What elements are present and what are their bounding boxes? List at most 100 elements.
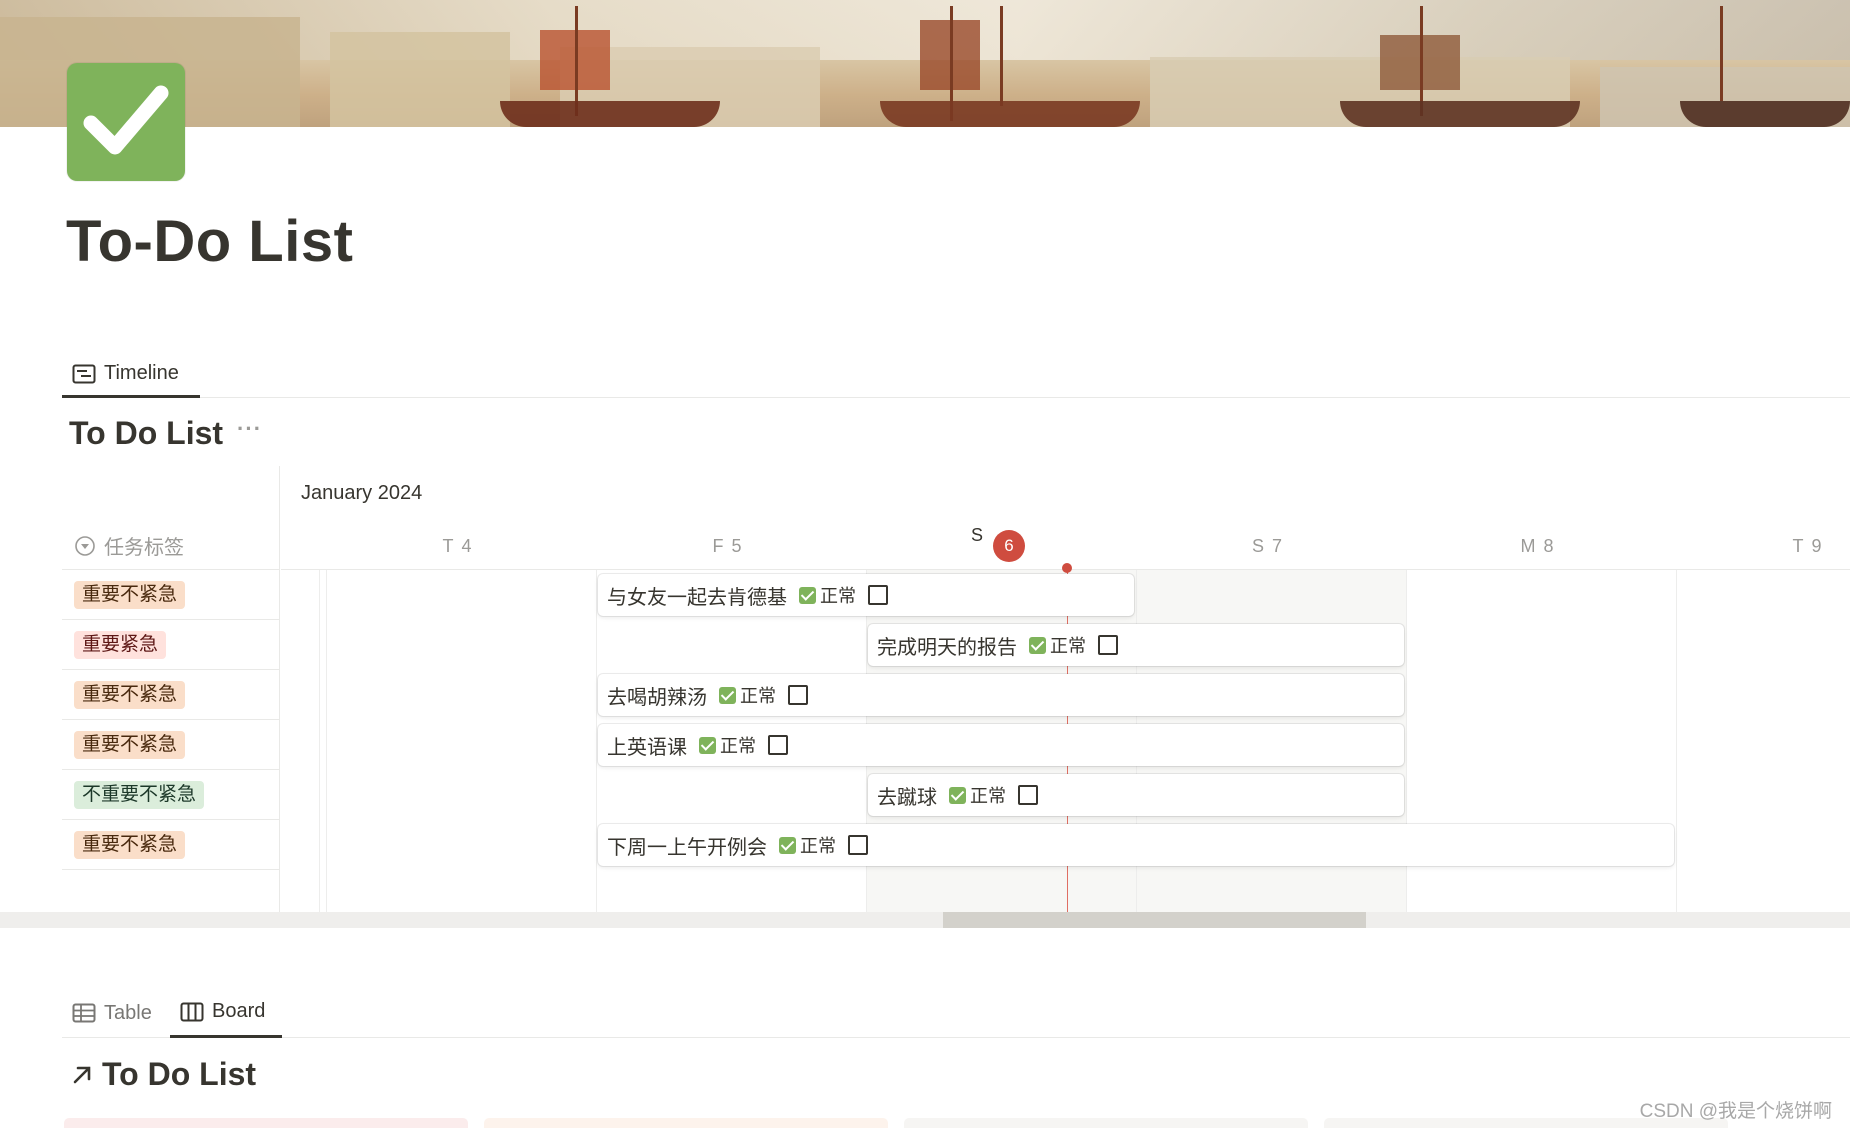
check-mark-icon [83,85,169,155]
cover-boat [500,101,720,127]
page-icon[interactable] [67,63,185,181]
day-weekday-label: S [971,525,984,545]
priority-tag[interactable]: 重要不紧急 [74,730,186,759]
day-column-line [1676,570,1677,912]
status-text: 正常 [1050,636,1086,656]
cover-mast [1000,6,1003,106]
done-checkbox[interactable] [1018,785,1038,805]
horizontal-scrollbar-track[interactable] [0,912,1850,928]
priority-tag[interactable]: 重要不紧急 [74,830,186,859]
done-checkbox[interactable] [788,685,808,705]
select-property-icon [75,535,95,556]
day-number-label: 5 [731,536,750,556]
cover-boat [1340,101,1580,127]
timeline-grid[interactable]: January 2024 T4 F5 S 6 S7 M8 T9 与女友一起去肯德基 正常 完成明… [281,466,1850,912]
check-mark-button-icon [699,736,716,754]
timeline-icon [72,364,96,383]
status-property: 正常 [779,832,836,858]
priority-tag[interactable]: 重要不紧急 [74,680,186,709]
page-title[interactable]: To-Do List [66,208,353,275]
priority-tag[interactable]: 重要紧急 [74,630,167,659]
status-text: 正常 [720,736,756,756]
current-time-dot [1062,563,1072,573]
timeline-row-group[interactable]: 重要不紧急 [62,720,280,770]
day-label: T9 [1781,522,1841,570]
watermark: CSDN @我是个烧饼啊 [1639,1101,1832,1122]
database-title-text: To Do List [69,415,224,451]
tab-table-label: Table [104,1001,152,1024]
arrow-up-right-icon [73,1066,91,1083]
task-name: 完成明天的报告 [877,636,1017,659]
view-tabs-board: Table Board [62,988,1850,1038]
status-property: 正常 [719,682,776,708]
view-tabs-timeline: Timeline [62,352,1850,398]
timeline-row-group[interactable]: 重要紧急 [62,620,280,670]
day-weekday-label: T [442,536,462,556]
day-label: T4 [431,522,491,570]
page-cover[interactable] [0,0,1850,127]
board-column-peek[interactable] [484,1118,888,1128]
check-mark-button-icon [949,786,966,804]
month-label: January 2024 [301,482,423,504]
board-icon [180,1002,204,1021]
day-column-line [596,570,597,912]
tab-board[interactable]: Board [170,988,282,1038]
timeline-task-card[interactable]: 下周一上午开例会 正常 [598,824,1674,866]
database-title[interactable]: To Do List ··· [69,415,262,452]
horizontal-scrollbar-thumb[interactable] [943,912,1366,928]
tab-table[interactable]: Table [62,988,166,1038]
timeline-task-card[interactable]: 去蹴球 正常 [868,774,1404,816]
status-text: 正常 [970,786,1006,806]
done-checkbox[interactable] [868,585,888,605]
day-weekday-label: F [712,536,732,556]
day-number-label: 4 [461,536,480,556]
table-icon [72,1003,96,1023]
day-number-label: 7 [1272,536,1291,556]
day-number-label: 9 [1811,536,1830,556]
timeline-task-card[interactable]: 与女友一起去肯德基 正常 [598,574,1134,616]
board-column-peek[interactable] [904,1118,1308,1128]
status-property: 正常 [799,582,856,608]
check-mark-button-icon [779,836,796,854]
status-property: 正常 [949,782,1006,808]
timeline-row-group[interactable]: 重要不紧急 [62,820,280,870]
status-text: 正常 [800,836,836,856]
priority-tag[interactable]: 重要不紧急 [74,580,186,609]
check-mark-button-icon [1029,636,1046,654]
timeline-row-group[interactable]: 重要不紧急 [62,670,280,720]
day-label: M8 [1511,522,1571,570]
task-name: 去喝胡辣汤 [607,686,707,709]
tab-timeline[interactable]: Timeline [62,352,200,398]
board-column-peek[interactable] [64,1118,468,1128]
linked-database-title[interactable]: To Do List [70,1056,256,1093]
timeline-task-card[interactable]: 去喝胡辣汤 正常 [598,674,1404,716]
timeline-task-card[interactable]: 完成明天的报告 正常 [868,624,1404,666]
done-checkbox[interactable] [768,735,788,755]
check-mark-button-icon [719,686,736,704]
timeline-view: 任务标签 重要不紧急 重要紧急 重要不紧急 重要不紧急 不重要不紧急 重要不紧急 Janu… [62,466,1850,912]
status-property: 正常 [699,732,756,758]
day-column-line [326,570,327,912]
cover-boat [880,101,1140,127]
task-name: 与女友一起去肯德基 [607,586,787,609]
check-mark-button-icon [799,586,816,604]
today-day-badge: 6 [993,530,1025,562]
status-property: 正常 [1029,632,1086,658]
day-label: F5 [701,522,761,570]
day-weekday-label: M [1520,536,1544,556]
timeline-task-card[interactable]: 上英语课 正常 [598,724,1404,766]
tab-board-label: Board [212,1000,266,1022]
cover-building [330,32,510,127]
group-header[interactable]: 任务标签 [62,522,280,570]
task-name: 上英语课 [607,736,687,759]
timeline-row-group[interactable]: 重要不紧急 [62,570,280,620]
cover-mast [575,6,578,116]
task-name: 去蹴球 [877,786,937,809]
done-checkbox[interactable] [848,835,868,855]
done-checkbox[interactable] [1098,635,1118,655]
more-options-icon[interactable]: ··· [237,416,262,442]
timeline-row-group[interactable]: 不重要不紧急 [62,770,280,820]
day-label: S7 [1241,522,1301,570]
priority-tag[interactable]: 不重要不紧急 [74,780,205,809]
day-column-line [319,570,320,912]
